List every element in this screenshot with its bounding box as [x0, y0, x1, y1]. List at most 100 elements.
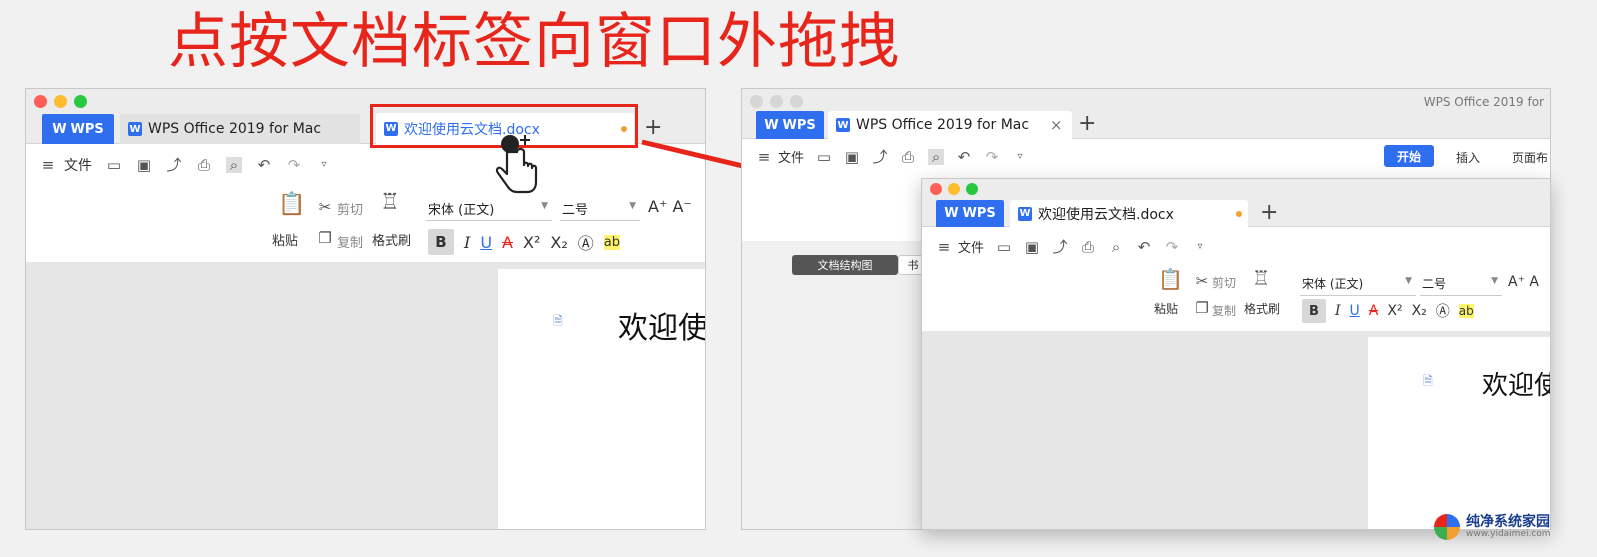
watermark-logo	[1434, 514, 1460, 540]
minimize-traffic-light[interactable]	[770, 95, 783, 108]
copy-label[interactable]: 复制	[337, 232, 363, 251]
customize-chevron-icon[interactable]: ▿	[1012, 149, 1028, 165]
tab-page-layout[interactable]: 页面布	[1512, 149, 1548, 166]
hamburger-menu-icon[interactable]: ≡	[756, 149, 772, 165]
copy-label[interactable]: 复制	[1212, 302, 1236, 319]
close-traffic-light[interactable]	[750, 95, 763, 108]
copy-icon[interactable]: ❐	[317, 230, 333, 246]
close-traffic-light[interactable]	[34, 95, 47, 108]
redo-icon[interactable]: ↷	[286, 157, 302, 173]
zoom-traffic-light[interactable]	[966, 183, 978, 195]
print-preview-icon[interactable]: ⌕	[1108, 239, 1124, 255]
text-effect-icon[interactable]: Ⓐ	[1436, 301, 1450, 321]
chevron-down-icon: ▼	[541, 201, 548, 211]
tab-wps-home[interactable]: W WPS	[42, 114, 114, 144]
italic-icon[interactable]: I	[464, 233, 470, 252]
underline-icon[interactable]: U	[1350, 303, 1360, 319]
export-icon[interactable]: ⤴	[872, 149, 888, 165]
save-icon[interactable]: ▣	[1024, 239, 1040, 255]
new-tab-plus-icon[interactable]: +	[1078, 113, 1096, 135]
strikethrough-icon[interactable]: A	[1369, 303, 1379, 319]
minimize-traffic-light[interactable]	[54, 95, 67, 108]
document-icon: W	[128, 122, 142, 136]
paste-label[interactable]: 粘贴	[272, 230, 298, 249]
zoom-traffic-light[interactable]	[790, 95, 803, 108]
superscript-icon[interactable]: X²	[523, 233, 540, 252]
font-name-select[interactable]: 宋体 (正文) ▼	[426, 197, 552, 221]
highlight-icon[interactable]: ab	[1458, 304, 1474, 318]
customize-chevron-icon[interactable]: ▿	[316, 157, 332, 173]
font-name-value: 宋体 (正文)	[1302, 277, 1364, 291]
copy-icon[interactable]: ❐	[1194, 300, 1210, 316]
strikethrough-icon[interactable]: A	[502, 233, 513, 252]
paste-label[interactable]: 粘贴	[1154, 300, 1178, 317]
highlight-icon[interactable]: ab	[603, 234, 620, 250]
paste-icon[interactable]: 📋	[1158, 269, 1183, 293]
unsaved-dot-icon	[1236, 211, 1242, 217]
superscript-icon[interactable]: X²	[1387, 303, 1402, 319]
tab-start[interactable]: 开始	[1384, 145, 1434, 167]
format-painter-icon[interactable]: ♖	[378, 192, 402, 219]
format-painter-label[interactable]: 格式刷	[1244, 300, 1280, 317]
format-buttons: B I U A X² X₂ Ⓐ ab	[428, 229, 620, 255]
font-name-select[interactable]: 宋体 (正文) ▼	[1300, 272, 1416, 296]
menu-file[interactable]: 文件	[958, 237, 984, 256]
hamburger-menu-icon[interactable]: ≡	[936, 239, 952, 255]
tab-app[interactable]: W WPS Office 2019 for Mac	[120, 114, 360, 144]
tab-app[interactable]: W WPS Office 2019 for Mac	[828, 111, 1072, 139]
undo-icon[interactable]: ↶	[256, 157, 272, 173]
tab-insert[interactable]: 插入	[1456, 149, 1480, 166]
grow-font-icon[interactable]: A⁺ A	[1508, 274, 1539, 290]
menu-file[interactable]: 文件	[778, 147, 804, 166]
menu-file[interactable]: 文件	[64, 155, 92, 175]
bold-button[interactable]: B	[1302, 299, 1326, 323]
print-preview-icon[interactable]: ⌕	[226, 157, 242, 173]
paste-icon[interactable]: 📋	[278, 194, 305, 221]
redo-icon[interactable]: ↷	[984, 149, 1000, 165]
font-size-select[interactable]: 二号 ▼	[560, 197, 640, 221]
export-icon[interactable]: ⤴	[1052, 239, 1068, 255]
document-nav-icon[interactable]: 🗎	[1420, 373, 1436, 389]
new-tab-plus-icon[interactable]: +	[1260, 202, 1278, 224]
redo-icon[interactable]: ↷	[1164, 239, 1180, 255]
tab-wps-home[interactable]: W WPS	[936, 200, 1004, 227]
undo-icon[interactable]: ↶	[1136, 239, 1152, 255]
format-painter-icon[interactable]: ♖	[1250, 268, 1272, 292]
close-tab-icon[interactable]: ×	[1050, 116, 1063, 134]
scissors-icon[interactable]: ✂	[317, 199, 333, 215]
print-icon[interactable]: ⎙	[196, 157, 212, 173]
tab-document-structure[interactable]: 文档结构图	[792, 255, 898, 275]
scissors-icon[interactable]: ✂	[1194, 273, 1210, 289]
open-folder-icon[interactable]: ▭	[816, 149, 832, 165]
cut-label[interactable]: 剪切	[337, 199, 363, 218]
document-nav-icon[interactable]: 🗎	[550, 313, 566, 329]
zoom-traffic-light[interactable]	[74, 95, 87, 108]
export-icon[interactable]: ⤴	[166, 157, 182, 173]
font-size-select[interactable]: 二号 ▼	[1420, 272, 1502, 296]
tab-wps-home[interactable]: W WPS	[756, 111, 824, 139]
italic-icon[interactable]: I	[1335, 303, 1341, 319]
print-preview-icon[interactable]: ⌕	[928, 148, 945, 165]
hamburger-menu-icon[interactable]: ≡	[40, 157, 56, 173]
close-traffic-light[interactable]	[930, 183, 942, 195]
print-icon[interactable]: ⎙	[1080, 239, 1096, 255]
text-effect-icon[interactable]: Ⓐ	[578, 230, 594, 254]
subscript-icon[interactable]: X₂	[1412, 303, 1427, 319]
open-folder-icon[interactable]: ▭	[106, 157, 122, 173]
tab-document[interactable]: W 欢迎使用云文档.docx	[1010, 200, 1248, 227]
print-icon[interactable]: ⎙	[900, 149, 916, 165]
cut-label[interactable]: 剪切	[1212, 274, 1236, 291]
minimize-traffic-light[interactable]	[948, 183, 960, 195]
undo-icon[interactable]: ↶	[956, 149, 972, 165]
document-icon: W	[1018, 206, 1032, 221]
underline-icon[interactable]: U	[480, 233, 492, 252]
detached-quick-toolbar: ≡ 文件 ▭ ▣ ⤴ ⎙ ⌕ ↶ ↷ ▿	[936, 237, 1208, 257]
customize-chevron-icon[interactable]: ▿	[1192, 239, 1208, 255]
open-folder-icon[interactable]: ▭	[996, 239, 1012, 255]
bold-button[interactable]: B	[428, 229, 454, 255]
document-icon: W	[836, 118, 850, 132]
save-icon[interactable]: ▣	[136, 157, 152, 173]
format-painter-label[interactable]: 格式刷	[372, 230, 411, 249]
save-icon[interactable]: ▣	[844, 149, 860, 165]
subscript-icon[interactable]: X₂	[550, 233, 567, 252]
